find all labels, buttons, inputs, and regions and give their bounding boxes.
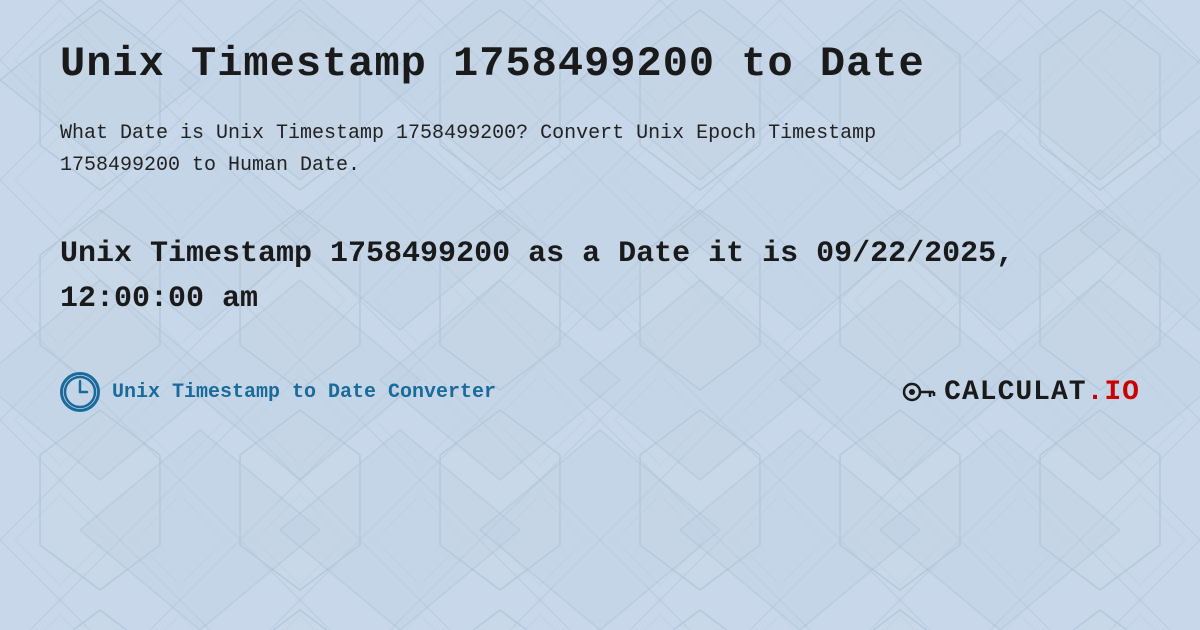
page-footer: Unix Timestamp to Date Converter CALCULA… [60,372,1140,412]
footer-link-text: Unix Timestamp to Date Converter [112,381,496,404]
footer-link[interactable]: Unix Timestamp to Date Converter [60,372,496,412]
page-title: Unix Timestamp 1758499200 to Date [60,40,1140,88]
conversion-result: Unix Timestamp 1758499200 as a Date it i… [60,232,1060,322]
page-description: What Date is Unix Timestamp 1758499200? … [60,118,960,182]
clock-icon [60,372,100,412]
logo-text: CALCULAT.IO [944,377,1140,408]
logo-icon [900,374,936,410]
calculatio-logo[interactable]: CALCULAT.IO [900,374,1140,410]
